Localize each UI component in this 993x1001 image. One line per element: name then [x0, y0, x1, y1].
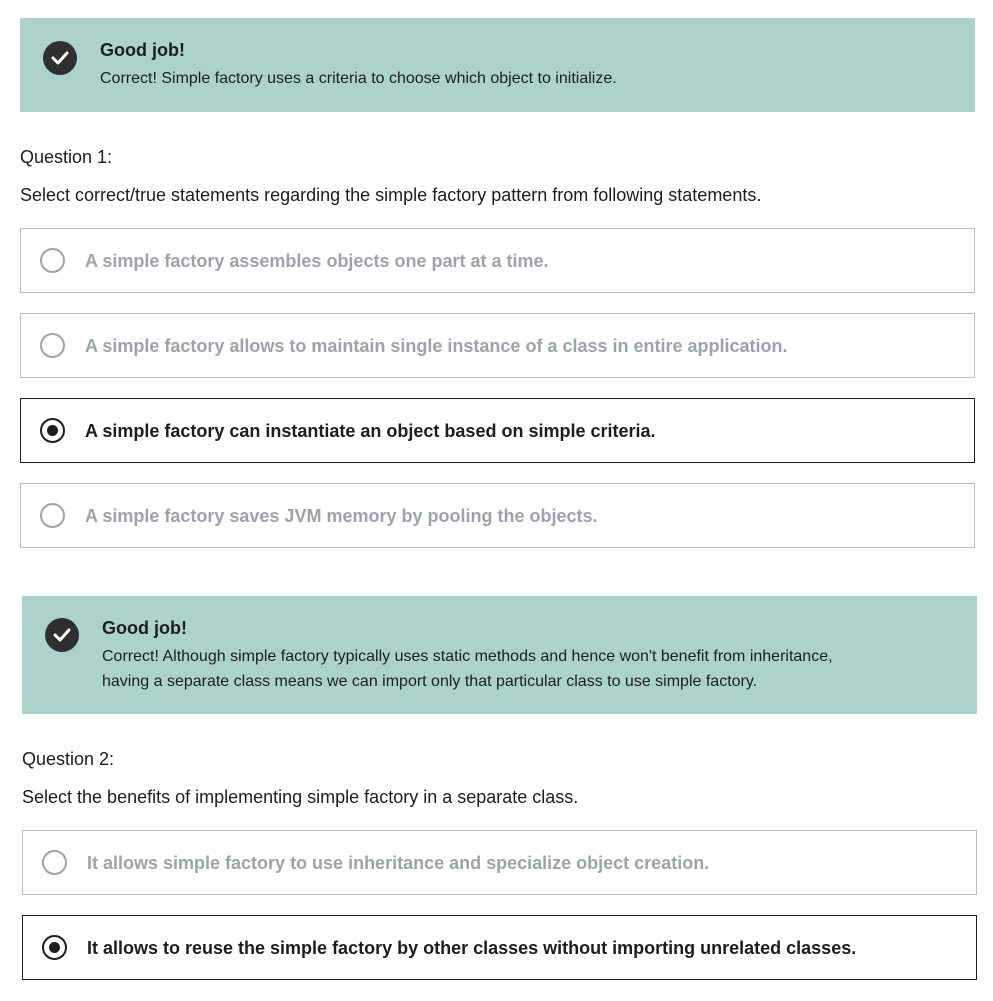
answer-label: It allows simple factory to use inherita…: [87, 853, 710, 873]
feedback-message-line-1: Correct! Although simple factory typical…: [102, 648, 833, 665]
feedback-banner-1: Good job! Correct! Simple factory uses a…: [20, 18, 975, 112]
answer-option[interactable]: A simple factory assembles objects one p…: [20, 228, 975, 293]
radio-button[interactable]: [42, 850, 67, 875]
feedback-message-line-2: having a separate class means we can imp…: [102, 673, 758, 690]
answer-label: A simple factory allows to maintain sing…: [85, 336, 788, 356]
answer-label: A simple factory saves JVM memory by poo…: [85, 506, 598, 526]
answer-option-selected[interactable]: A simple factory can instantiate an obje…: [20, 398, 975, 463]
answer-option[interactable]: A simple factory saves JVM memory by poo…: [20, 483, 975, 548]
question-prompt: Select the benefits of implementing simp…: [22, 787, 579, 807]
feedback-title: Good job!: [102, 618, 187, 638]
question-number: Question 2:: [22, 749, 115, 769]
feedback-title: Good job!: [100, 40, 185, 60]
answer-option-selected[interactable]: It allows to reuse the simple factory by…: [22, 915, 977, 980]
radio-button[interactable]: [40, 503, 65, 528]
radio-button-checked[interactable]: [42, 935, 67, 960]
question-prompt: Select correct/true statements regarding…: [20, 185, 762, 205]
feedback-banner-2: Good job! Correct! Although simple facto…: [22, 596, 977, 714]
answer-label: A simple factory assembles objects one p…: [85, 251, 549, 271]
radio-button[interactable]: [40, 248, 65, 273]
check-circle-icon: [45, 618, 79, 652]
check-circle-icon: [43, 41, 77, 75]
quiz-page: Good job! Correct! Simple factory uses a…: [0, 0, 993, 1001]
answer-option[interactable]: A simple factory allows to maintain sing…: [20, 313, 975, 378]
question-number: Question 1:: [20, 147, 113, 167]
answer-label: A simple factory can instantiate an obje…: [85, 421, 656, 441]
radio-button-checked[interactable]: [40, 418, 65, 443]
answer-label: It allows to reuse the simple factory by…: [87, 938, 857, 958]
answer-option[interactable]: It allows simple factory to use inherita…: [22, 830, 977, 895]
feedback-message: Correct! Simple factory uses a criteria …: [100, 70, 617, 87]
radio-button[interactable]: [40, 333, 65, 358]
